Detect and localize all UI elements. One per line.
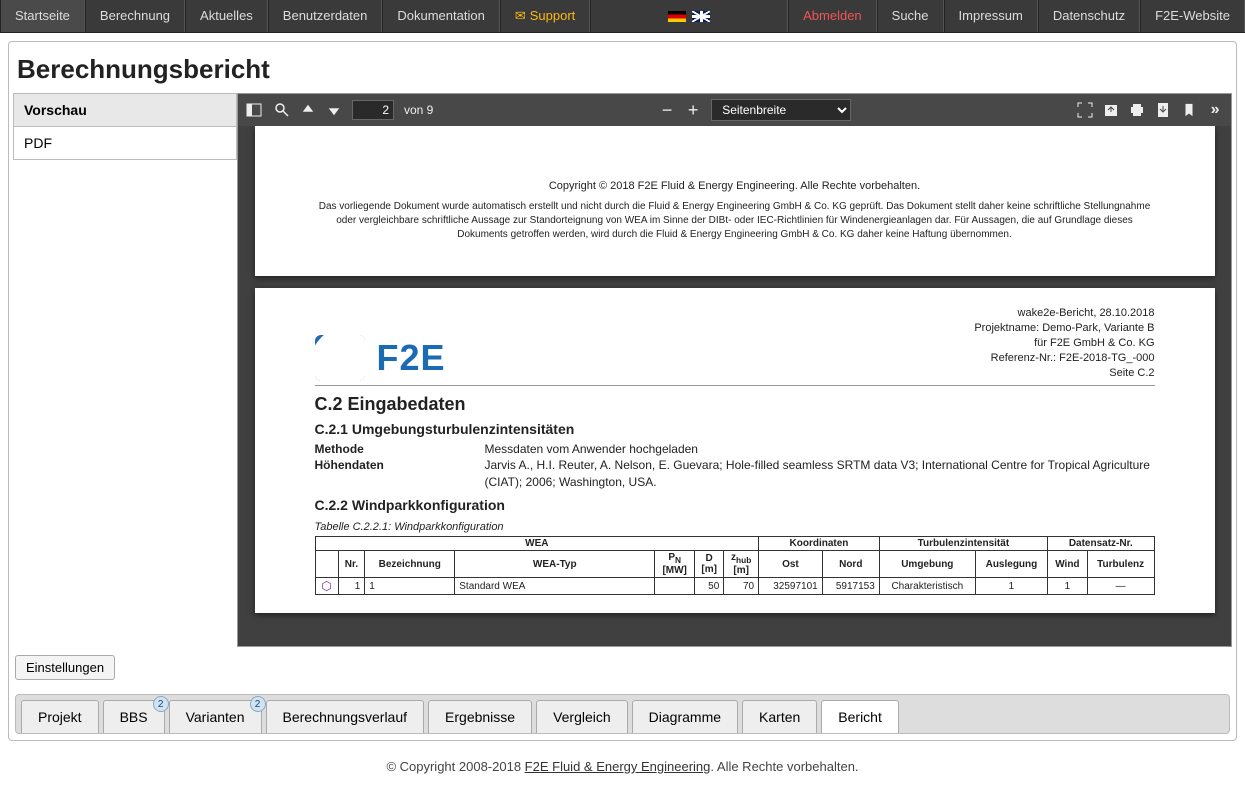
nav-datenschutz[interactable]: Datenschutz bbox=[1038, 0, 1140, 32]
tab-vergleich[interactable]: Vergleich bbox=[536, 700, 628, 733]
open-file-icon[interactable] bbox=[1103, 102, 1119, 118]
tab-karten[interactable]: Karten bbox=[742, 700, 817, 733]
zoom-in-icon[interactable]: + bbox=[685, 102, 701, 118]
nav-support[interactable]: Support bbox=[500, 0, 590, 32]
pdf-toolbar: von 9 − + Seitenbreite » bbox=[238, 94, 1231, 126]
tab-diagramme[interactable]: Diagramme bbox=[632, 700, 738, 733]
tab-berechnungsverlauf[interactable]: Berechnungsverlauf bbox=[266, 700, 425, 733]
tab-bericht[interactable]: Bericht bbox=[821, 700, 899, 733]
logo: F2E bbox=[315, 335, 446, 381]
zoom-select[interactable]: Seitenbreite bbox=[711, 99, 851, 121]
turbine-icon: ⬡ bbox=[321, 579, 331, 593]
bookmark-icon[interactable] bbox=[1181, 102, 1197, 118]
config-table: WEA Koordinaten Turbulenzintensität Date… bbox=[315, 536, 1155, 595]
sidebar-toggle-icon[interactable] bbox=[246, 102, 262, 118]
page-title: Berechnungsbericht bbox=[13, 46, 1232, 93]
footer: © Copyright 2008-2018 F2E Fluid & Energy… bbox=[0, 749, 1245, 790]
pdf-canvas[interactable]: Copyright © 2018 F2E Fluid & Energy Engi… bbox=[238, 126, 1231, 646]
tab-projekt[interactable]: Projekt bbox=[21, 700, 99, 733]
heading-c22: C.2.2 Windparkkonfiguration bbox=[315, 497, 1155, 513]
height-label: Höhendaten bbox=[315, 457, 485, 491]
nav-suche[interactable]: Suche bbox=[877, 0, 944, 32]
page-down-icon[interactable] bbox=[326, 102, 342, 118]
sidebar-item-pdf[interactable]: PDF bbox=[13, 126, 237, 160]
flag-de-icon[interactable] bbox=[668, 11, 686, 22]
doc-disclaimer: Das vorliegende Dokument wurde automatis… bbox=[315, 200, 1155, 242]
print-icon[interactable] bbox=[1129, 102, 1145, 118]
sidebar: Vorschau PDF bbox=[13, 93, 237, 647]
download-icon[interactable] bbox=[1155, 102, 1171, 118]
fullscreen-icon[interactable] bbox=[1077, 102, 1093, 118]
zoom-out-icon[interactable]: − bbox=[659, 102, 675, 118]
sidebar-header[interactable]: Vorschau bbox=[13, 93, 237, 127]
nav-flags bbox=[590, 0, 788, 32]
logo-mark-icon bbox=[315, 335, 365, 381]
heading-c2: C.2 Eingabedaten bbox=[315, 394, 1155, 415]
doc-copyright: Copyright © 2018 F2E Fluid & Energy Engi… bbox=[315, 179, 1155, 194]
pdf-page-2: F2E wake2e-Bericht, 28.10.2018 Projektna… bbox=[255, 288, 1215, 613]
search-icon[interactable] bbox=[274, 102, 290, 118]
method-value: Messdaten vom Anwender hochgeladen bbox=[485, 441, 1155, 458]
page-count-label: von 9 bbox=[404, 103, 433, 117]
heading-c21: C.2.1 Umgebungsturbulenzintensitäten bbox=[315, 421, 1155, 437]
nav-dokumentation[interactable]: Dokumentation bbox=[382, 0, 499, 32]
tab-bar: ProjektBBS2Varianten2BerechnungsverlaufE… bbox=[15, 694, 1230, 734]
nav-aktuelles[interactable]: Aktuelles bbox=[185, 0, 268, 32]
badge: 2 bbox=[250, 696, 266, 712]
nav-impressum[interactable]: Impressum bbox=[944, 0, 1038, 32]
method-label: Methode bbox=[315, 441, 485, 458]
logo-text: F2E bbox=[377, 337, 446, 379]
height-value: Jarvis A., H.I. Reuter, A. Nelson, E. Gu… bbox=[485, 457, 1155, 491]
settings-button[interactable]: Einstellungen bbox=[15, 655, 115, 680]
nav-logout[interactable]: Abmelden bbox=[788, 0, 877, 32]
table-row: ⬡ 1 1 Standard WEA 50 70 32597101 591715… bbox=[315, 578, 1154, 595]
table-caption: Tabelle C.2.2.1: Windparkkonfiguration bbox=[315, 521, 1155, 533]
report-meta: wake2e-Bericht, 28.10.2018 Projektname: … bbox=[974, 306, 1154, 380]
nav-startseite[interactable]: Startseite bbox=[0, 0, 85, 32]
nav-benutzerdaten[interactable]: Benutzerdaten bbox=[268, 0, 383, 32]
pdf-page-1-bottom: Copyright © 2018 F2E Fluid & Energy Engi… bbox=[255, 126, 1215, 276]
tab-bbs[interactable]: BBS2 bbox=[103, 700, 165, 733]
nav-f2e-website[interactable]: F2E-Website bbox=[1140, 0, 1245, 32]
tools-icon[interactable]: » bbox=[1207, 102, 1223, 118]
page-number-input[interactable] bbox=[352, 100, 394, 120]
pdf-viewer: von 9 − + Seitenbreite » bbox=[237, 93, 1232, 647]
badge: 2 bbox=[153, 696, 169, 712]
page-up-icon[interactable] bbox=[300, 102, 316, 118]
footer-link[interactable]: F2E Fluid & Energy Engineering bbox=[525, 759, 711, 774]
nav-berechnung[interactable]: Berechnung bbox=[85, 0, 185, 32]
top-nav: Startseite Berechnung Aktuelles Benutzer… bbox=[0, 0, 1245, 33]
tab-ergebnisse[interactable]: Ergebnisse bbox=[428, 700, 532, 733]
flag-en-icon[interactable] bbox=[692, 11, 710, 22]
tab-varianten[interactable]: Varianten2 bbox=[169, 700, 262, 733]
